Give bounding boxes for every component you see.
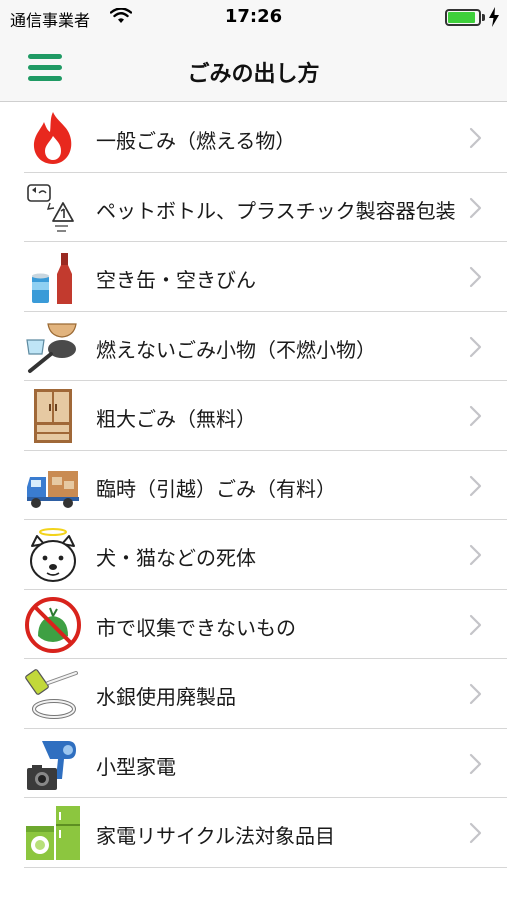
category-list: 一般ごみ（燃える物） ペットボトル、プラスチック製容器包装 空き缶・空きびん 燃… bbox=[0, 103, 507, 868]
chevron-right-icon bbox=[469, 405, 482, 427]
list-item-label: ペットボトル、プラスチック製容器包装 bbox=[96, 198, 456, 223]
list-item-label: 空き缶・空きびん bbox=[96, 268, 256, 292]
chevron-right-icon bbox=[469, 336, 482, 357]
charging-bolt-icon bbox=[489, 7, 499, 27]
chevron-right-icon bbox=[469, 266, 482, 288]
list-item-appliance-recycling[interactable]: 家電リサイクル法対象品目 bbox=[0, 798, 507, 868]
list-item-nonburnable-small[interactable]: 燃えないごみ小物（不燃小物） bbox=[0, 312, 507, 382]
can-and-bottle-icon bbox=[32, 253, 72, 304]
list-item-label: 家電リサイクル法対象品目 bbox=[96, 824, 335, 848]
flame-icon bbox=[33, 112, 72, 164]
recycle-symbol-icon bbox=[27, 183, 74, 232]
list-item-label: 燃えないごみ小物（不燃小物） bbox=[96, 337, 376, 362]
chevron-right-icon bbox=[469, 544, 482, 566]
prohibited-icon bbox=[25, 596, 81, 653]
list-item-pet-plastic[interactable]: ペットボトル、プラスチック製容器包装 bbox=[0, 173, 507, 243]
chevron-right-icon bbox=[469, 475, 482, 496]
chevron-right-icon bbox=[469, 197, 482, 218]
list-item-label: 一般ごみ（燃える物） bbox=[96, 129, 296, 153]
list-item-not-collectable[interactable]: 市で収集できないもの bbox=[0, 590, 507, 660]
list-item-bulky[interactable]: 粗大ごみ（無料） bbox=[0, 381, 507, 451]
battery-tip bbox=[482, 14, 485, 21]
list-item-label: 小型家電 bbox=[96, 754, 176, 779]
chevron-right-icon bbox=[469, 822, 482, 844]
list-item-label: 臨時（引越）ごみ（有料） bbox=[96, 476, 336, 501]
page-title: ごみの出し方 bbox=[187, 62, 320, 87]
list-item-moving-waste[interactable]: 臨時（引越）ごみ（有料） bbox=[0, 451, 507, 521]
list-item-label: 粗大ごみ（無料） bbox=[96, 407, 256, 431]
cabinet-icon bbox=[34, 389, 72, 443]
list-item-small-appliances[interactable]: 小型家電 bbox=[0, 729, 507, 799]
battery-and-lamp-icon bbox=[25, 669, 78, 719]
moving-truck-icon bbox=[27, 470, 79, 508]
list-item-cans-bottles[interactable]: 空き缶・空きびん bbox=[0, 242, 507, 312]
list-item-label: 犬・猫などの死体 bbox=[96, 546, 256, 570]
list-item-mercury-products[interactable]: 水銀使用廃製品 bbox=[0, 659, 507, 729]
list-item-animal-remains[interactable]: 犬・猫などの死体 bbox=[0, 520, 507, 590]
navigation-bar: ごみの出し方 bbox=[0, 34, 507, 102]
chevron-right-icon bbox=[469, 614, 482, 635]
tableware-and-pan-icon bbox=[26, 322, 77, 373]
dog-with-halo-icon bbox=[30, 528, 76, 582]
chevron-right-icon bbox=[469, 753, 482, 774]
chevron-right-icon bbox=[469, 127, 482, 149]
status-time: 17:26 bbox=[224, 6, 283, 27]
battery-icon bbox=[445, 9, 481, 26]
hairdryer-and-camera-icon bbox=[27, 740, 76, 790]
list-item-label: 水銀使用廃製品 bbox=[96, 685, 236, 709]
status-bar: 通信事業者 17:26 bbox=[0, 0, 507, 34]
chevron-right-icon bbox=[469, 683, 482, 705]
list-item-label: 市で収集できないもの bbox=[96, 615, 296, 640]
fridge-and-washer-icon bbox=[26, 806, 80, 860]
list-item-burnable[interactable]: 一般ごみ（燃える物） bbox=[0, 103, 507, 173]
